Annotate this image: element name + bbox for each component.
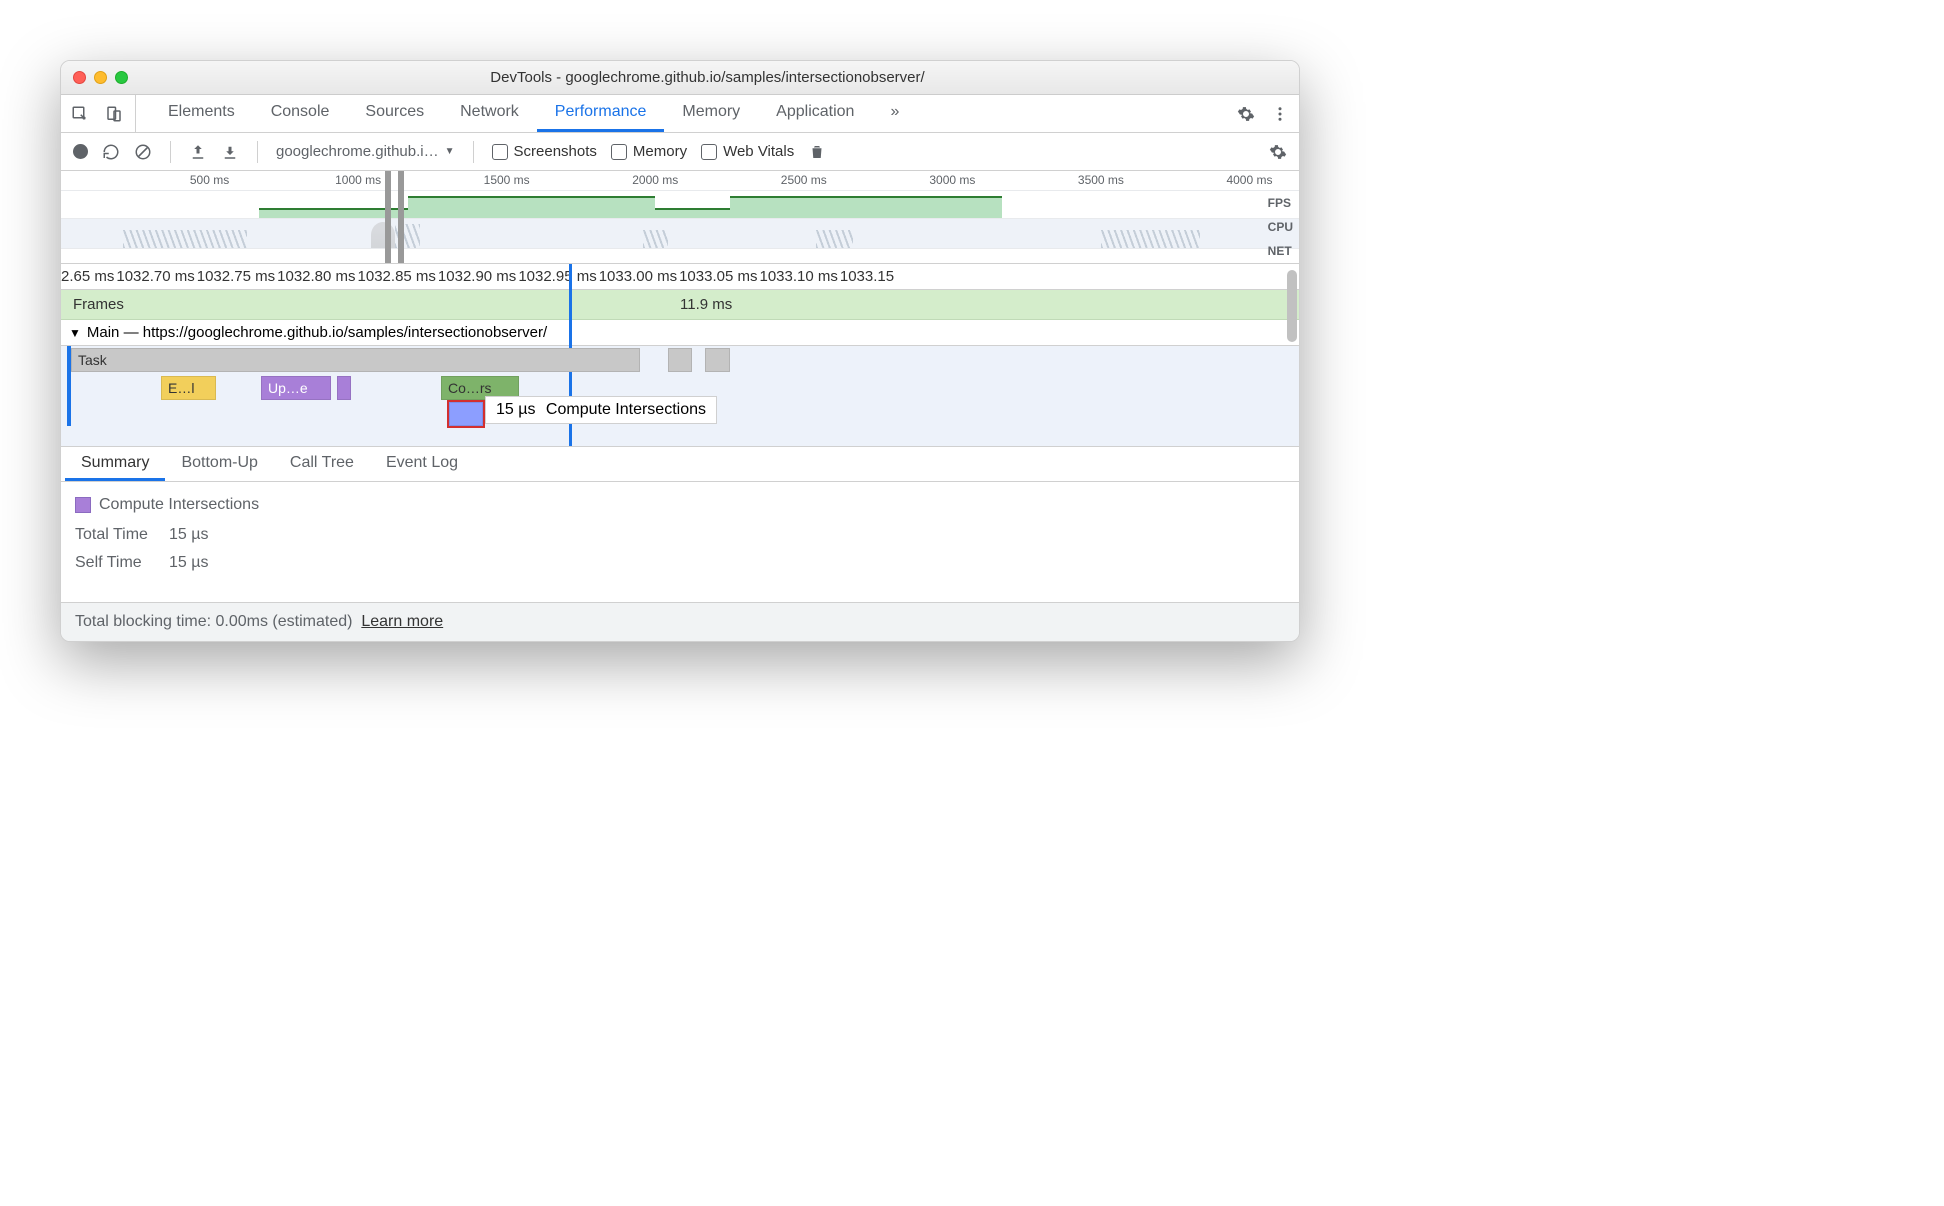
upload-icon[interactable]: [189, 143, 207, 161]
devtools-window: DevTools - googlechrome.github.io/sample…: [60, 60, 1300, 642]
btab-eventlog[interactable]: Event Log: [370, 447, 474, 481]
net-row: [61, 249, 1299, 263]
cpu-row: [61, 219, 1299, 249]
window-title: DevTools - googlechrome.github.io/sample…: [128, 69, 1287, 86]
capture-settings-icon[interactable]: [1269, 143, 1287, 161]
chevron-down-icon[interactable]: ▼: [69, 326, 81, 340]
frames-row: Frames 11.9 ms: [61, 290, 1299, 320]
titlebar: DevTools - googlechrome.github.io/sample…: [61, 61, 1299, 95]
device-toggle-icon[interactable]: [105, 105, 123, 123]
tab-console[interactable]: Console: [253, 95, 348, 132]
btab-bottomup[interactable]: Bottom-Up: [165, 447, 273, 481]
tab-memory[interactable]: Memory: [664, 95, 758, 132]
main-thread-label: Main — https://googlechrome.github.io/sa…: [87, 324, 547, 341]
event-block[interactable]: Up…e: [261, 376, 331, 400]
memory-checkbox[interactable]: Memory: [611, 143, 687, 160]
event-task[interactable]: [705, 348, 730, 372]
flame-chart[interactable]: 2.65 ms 1032.70 ms 1032.75 ms 1032.80 ms…: [61, 264, 1299, 446]
overview-timeline[interactable]: 500 ms 1000 ms 1500 ms 2000 ms 2500 ms 3…: [61, 171, 1299, 264]
gear-icon[interactable]: [1237, 105, 1255, 123]
main-thread-header[interactable]: ▼ Main — https://googlechrome.github.io/…: [61, 320, 1299, 346]
tab-more[interactable]: »: [872, 95, 917, 132]
clear-icon[interactable]: [134, 143, 152, 161]
detail-ruler: 2.65 ms 1032.70 ms 1032.75 ms 1032.80 ms…: [61, 264, 1299, 290]
overview-ruler: 500 ms 1000 ms 1500 ms 2000 ms 2500 ms 3…: [61, 171, 1299, 191]
footer: Total blocking time: 0.00ms (estimated) …: [61, 602, 1299, 641]
fps-label: FPS: [1268, 196, 1293, 210]
event-selected[interactable]: [449, 402, 483, 426]
scrollbar-thumb[interactable]: [1287, 270, 1297, 342]
event-task[interactable]: [668, 348, 693, 372]
zoom-button[interactable]: [115, 71, 128, 84]
bottom-tabs: Summary Bottom-Up Call Tree Event Log: [61, 446, 1299, 482]
delete-icon[interactable]: [808, 143, 826, 161]
event-tooltip: 15 µs Compute Intersections: [485, 396, 717, 424]
main-tabs: Elements Console Sources Network Perform…: [61, 95, 1299, 133]
event-block[interactable]: E…l: [161, 376, 216, 400]
summary-row: Total Time 15 µs: [75, 526, 1285, 544]
download-icon[interactable]: [221, 143, 239, 161]
perf-toolbar: googlechrome.github.i… ▼ Screenshots Mem…: [61, 133, 1299, 171]
summary-panel: Compute Intersections Total Time 15 µs S…: [61, 482, 1299, 602]
blocking-time-text: Total blocking time: 0.00ms (estimated): [75, 613, 352, 630]
cpu-label: CPU: [1268, 220, 1293, 234]
tab-network[interactable]: Network: [442, 95, 537, 132]
event-block[interactable]: [337, 376, 351, 400]
tab-sources[interactable]: Sources: [347, 95, 442, 132]
learn-more-link[interactable]: Learn more: [361, 613, 443, 630]
tab-performance[interactable]: Performance: [537, 95, 665, 132]
minimize-button[interactable]: [94, 71, 107, 84]
screenshots-checkbox[interactable]: Screenshots: [492, 143, 597, 160]
record-button[interactable]: [73, 144, 88, 159]
btab-calltree[interactable]: Call Tree: [274, 447, 370, 481]
webvitals-checkbox[interactable]: Web Vitals: [701, 143, 794, 160]
reload-icon[interactable]: [102, 143, 120, 161]
frames-label: Frames: [73, 296, 124, 313]
traffic-lights: [73, 71, 128, 84]
recording-select-label: googlechrome.github.i…: [276, 143, 439, 160]
inspect-icon[interactable]: [71, 105, 89, 123]
btab-summary[interactable]: Summary: [65, 447, 165, 481]
tab-application[interactable]: Application: [758, 95, 872, 132]
close-button[interactable]: [73, 71, 86, 84]
fps-row: [61, 191, 1299, 219]
tab-elements[interactable]: Elements: [150, 95, 253, 132]
frames-time: 11.9 ms: [680, 296, 732, 313]
event-task[interactable]: Task: [71, 348, 640, 372]
summary-row: Self Time 15 µs: [75, 554, 1285, 572]
summary-event-name: Compute Intersections: [99, 496, 259, 514]
net-label: NET: [1268, 244, 1293, 258]
kebab-icon[interactable]: [1271, 105, 1289, 123]
recording-select[interactable]: googlechrome.github.i… ▼: [276, 143, 455, 160]
event-color-swatch: [75, 497, 91, 513]
